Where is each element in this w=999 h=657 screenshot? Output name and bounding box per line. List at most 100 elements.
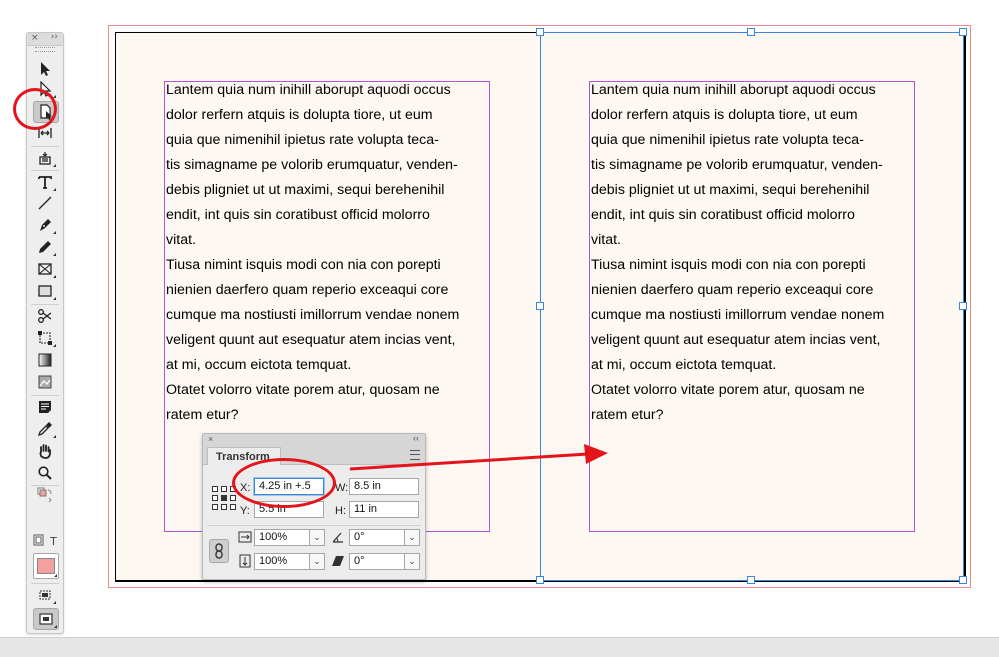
note-tool[interactable] — [33, 397, 57, 417]
rotation-angle-field[interactable]: 0° — [349, 529, 405, 546]
free-transform-icon — [38, 331, 52, 345]
width-field[interactable]: 8.5 in — [349, 478, 419, 495]
transform-panel: × ‹‹ Transform X: 4.25 in +.5 Y: 5.5 in … — [202, 433, 426, 580]
pen-tool[interactable] — [33, 215, 57, 235]
gradient-feather-icon — [38, 375, 52, 389]
scale-x-dropdown[interactable]: ⌄ — [309, 529, 325, 546]
ref-point-center[interactable] — [221, 495, 227, 501]
flyout-corner-icon — [54, 625, 57, 628]
pencil-tool[interactable] — [33, 237, 57, 257]
resize-handle-bottom-right[interactable] — [959, 576, 967, 584]
tool-separator — [31, 395, 59, 396]
transform-panel-titlebar[interactable]: × ‹‹ — [203, 433, 425, 446]
flyout-corner-icon — [54, 574, 57, 577]
text-line: veligent quunt aut esequatur atem incias… — [166, 332, 456, 348]
scale-x-icon — [238, 531, 252, 543]
container-format-icon — [33, 534, 44, 546]
h-label: H: — [335, 505, 346, 517]
resize-handle-top-right[interactable] — [959, 28, 967, 36]
ref-point-bottom-right[interactable] — [230, 504, 236, 510]
resize-handle-bottom[interactable] — [747, 576, 755, 584]
shear-angle-dropdown[interactable]: ⌄ — [404, 553, 420, 570]
text-line: Lantem quia num inihill aborupt aquodi o… — [166, 82, 451, 98]
x-field-highlight-circle — [232, 458, 336, 508]
formatting-toggle[interactable]: T — [33, 533, 57, 549]
reference-point-selector[interactable] — [212, 486, 236, 510]
flyout-corner-icon — [53, 231, 56, 234]
text-line: quia que nimenihil ipietus rate volupta … — [166, 132, 439, 148]
content-collector-tool[interactable] — [33, 148, 57, 168]
close-icon[interactable]: × — [31, 33, 39, 43]
text-line: ratem etur? — [166, 407, 239, 423]
text-line: tis simagname pe volorib erumquatur, ven… — [166, 157, 458, 173]
collapse-icon[interactable]: ‹‹ — [413, 433, 419, 443]
note-icon — [39, 401, 51, 413]
resize-handle-top[interactable] — [747, 28, 755, 36]
text-line: debis pligniet ut ut maximi, sequi bereh… — [166, 182, 445, 198]
y-label: Y: — [240, 505, 250, 517]
rectangle-frame-icon — [38, 263, 52, 275]
flyout-corner-icon — [53, 435, 56, 438]
line-tool[interactable] — [33, 193, 57, 213]
fill-swatch[interactable] — [33, 553, 59, 579]
tool-separator — [31, 170, 59, 171]
hand-tool[interactable] — [33, 441, 57, 461]
free-transform-tool[interactable] — [33, 328, 57, 348]
screen-mode-button[interactable] — [33, 608, 59, 630]
resize-handle-left[interactable] — [536, 302, 544, 310]
scale-y-icon — [239, 554, 251, 568]
scale-x-field[interactable]: 100% — [254, 529, 310, 546]
text-line: vitat. — [166, 232, 196, 248]
flyout-corner-icon — [53, 188, 56, 191]
page-selection-box[interactable] — [540, 32, 964, 581]
status-bar — [0, 637, 999, 657]
type-tool[interactable] — [33, 172, 57, 192]
height-field[interactable]: 11 in — [349, 501, 419, 518]
text-line: dolor rerfern atquis is dolupta tiore, u… — [166, 107, 433, 123]
gradient-feather-tool[interactable] — [33, 372, 57, 392]
ref-point-bottom[interactable] — [221, 504, 227, 510]
ref-point-left[interactable] — [212, 495, 218, 501]
close-icon[interactable]: × — [208, 434, 213, 444]
eyedropper-tool[interactable] — [33, 419, 57, 439]
flyout-corner-icon — [53, 164, 56, 167]
ref-point-top-left[interactable] — [212, 486, 218, 492]
resize-handle-right[interactable] — [959, 302, 967, 310]
eyedropper-icon — [37, 422, 52, 437]
left-page-text: Lantem quia num inihill aborupt aquodi o… — [166, 78, 459, 428]
rectangle-frame-tool[interactable] — [33, 259, 57, 279]
ref-point-top[interactable] — [221, 486, 227, 492]
collapse-icon[interactable]: ›› — [51, 32, 58, 42]
panel-grip[interactable] — [35, 47, 55, 52]
content-collector-icon — [39, 152, 51, 165]
rotation-angle-dropdown[interactable]: ⌄ — [404, 529, 420, 546]
ref-point-bottom-left[interactable] — [212, 504, 218, 510]
flyout-corner-icon — [53, 297, 56, 300]
flyout-corner-icon — [53, 344, 56, 347]
flyout-corner-icon — [53, 253, 56, 256]
gradient-swatch-tool[interactable] — [33, 350, 57, 370]
default-fill-stroke-toggle[interactable] — [33, 487, 57, 503]
w-label: W: — [335, 482, 349, 494]
zoom-icon — [38, 466, 52, 480]
ref-point-right[interactable] — [230, 495, 236, 501]
tool-separator — [31, 485, 59, 486]
scale-y-dropdown[interactable]: ⌄ — [309, 553, 325, 570]
text-line: nienien daerfero quam reperio exceaqui c… — [166, 282, 449, 298]
shear-angle-field[interactable]: 0° — [349, 553, 405, 570]
scale-y-field[interactable]: 100% — [254, 553, 310, 570]
panel-menu-icon[interactable] — [410, 450, 420, 460]
zoom-tool[interactable] — [33, 463, 57, 483]
apply-color-button[interactable] — [33, 585, 57, 605]
page-tool-highlight-circle — [13, 88, 57, 130]
rectangle-tool[interactable] — [33, 281, 57, 301]
selection-tool[interactable] — [33, 59, 57, 79]
flyout-corner-icon — [53, 601, 56, 604]
resize-handle-bottom-left[interactable] — [536, 576, 544, 584]
constrain-proportions-button[interactable] — [209, 539, 229, 563]
arrow-icon — [41, 62, 50, 76]
scissors-tool[interactable] — [33, 306, 57, 326]
resize-handle-top-left[interactable] — [536, 28, 544, 36]
rectangle-icon — [38, 285, 52, 297]
text-format-label: T — [50, 534, 57, 548]
